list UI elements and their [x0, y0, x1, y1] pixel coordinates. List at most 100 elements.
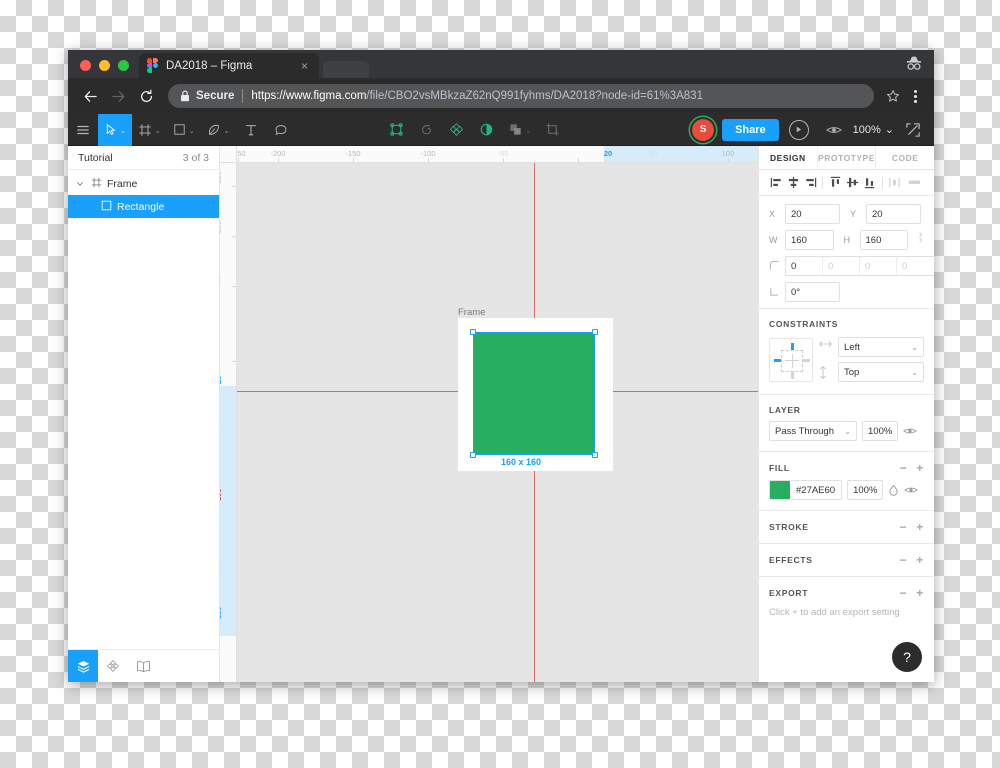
radius-tr-input[interactable]: 0 — [823, 257, 860, 275]
detach-instance-button[interactable] — [412, 114, 442, 146]
reload-button[interactable] — [132, 82, 160, 110]
zoom-to-fit-button[interactable] — [898, 114, 928, 146]
fill-visibility-icon[interactable] — [904, 485, 919, 495]
add-effect-button[interactable]: + — [916, 554, 924, 566]
ruler-horizontal[interactable]: -250 -200 -150 -100 -50 20 50 100 150 18… — [220, 146, 758, 163]
tab-design[interactable]: DESIGN — [759, 146, 818, 169]
components-tab-icon[interactable] — [98, 650, 128, 682]
ruler-vertical[interactable]: -150 -100 -50 20 50 100 150 180 250 300 … — [220, 146, 237, 682]
fill-color-swatch[interactable] — [770, 481, 790, 499]
frame-tool-caret[interactable]: ⌄ — [155, 127, 161, 135]
back-button[interactable] — [76, 82, 104, 110]
zoom-caret[interactable]: ⌄ — [885, 123, 894, 136]
remove-effect-button[interactable]: − — [900, 554, 908, 566]
present-button[interactable] — [788, 119, 809, 140]
canvas-area[interactable]: -250 -200 -150 -100 -50 20 50 100 150 18… — [220, 146, 758, 682]
radius-all-input[interactable]: 0 — [786, 257, 823, 275]
help-button[interactable]: ? — [892, 642, 922, 672]
remove-fill-button[interactable]: − — [900, 462, 908, 474]
layers-tab-icon[interactable] — [68, 650, 98, 682]
chevron-down-icon[interactable] — [74, 180, 86, 188]
lock-aspect-ratio-icon[interactable] — [915, 231, 924, 249]
ruler-tick-selected-end: 180 — [220, 606, 223, 619]
avatar[interactable]: S — [692, 118, 715, 141]
address-bar[interactable]: Secure https://www.figma.com/file/CBO2vs… — [168, 84, 874, 108]
resize-handle-top-right[interactable] — [592, 329, 598, 335]
resize-handle-top-left[interactable] — [470, 329, 476, 335]
bookmark-star-icon[interactable] — [882, 84, 904, 108]
canvas-viewport[interactable]: Frame 160 x 160 — [237, 163, 758, 682]
forward-button[interactable] — [104, 82, 132, 110]
add-export-button[interactable]: + — [916, 587, 924, 599]
close-window-button[interactable] — [80, 60, 91, 71]
width-input[interactable]: 160 — [785, 230, 834, 250]
frame-name-label[interactable]: Frame — [458, 307, 485, 318]
resize-handle-bottom-left[interactable] — [470, 452, 476, 458]
tab-code[interactable]: CODE — [876, 146, 934, 169]
pen-tool-caret[interactable]: ⌄ — [224, 127, 230, 135]
align-right-icon[interactable] — [803, 175, 817, 191]
browser-menu-icon[interactable] — [904, 84, 926, 108]
tab-prototype[interactable]: PROTOTYPE — [818, 146, 877, 169]
add-fill-button[interactable]: + — [916, 462, 924, 474]
rotation-input[interactable]: 0° — [785, 282, 840, 302]
align-left-icon[interactable] — [769, 175, 783, 191]
shape-tool-caret[interactable]: ⌄ — [189, 127, 195, 135]
shape-tool-button[interactable]: ⌄ — [167, 114, 201, 146]
close-tab-icon[interactable]: × — [298, 58, 311, 74]
layer-row-rectangle[interactable]: Rectangle — [68, 195, 219, 218]
align-bottom-icon[interactable] — [863, 175, 877, 191]
resize-handle-bottom-right[interactable] — [592, 452, 598, 458]
instance-button[interactable] — [442, 114, 472, 146]
corner-radius-group[interactable]: 0 0 0 0 — [785, 256, 934, 276]
share-button[interactable]: Share — [722, 118, 779, 141]
align-top-icon[interactable] — [828, 175, 842, 191]
fill-color-control[interactable]: #27AE60 — [769, 480, 843, 500]
remove-export-button[interactable]: − — [900, 587, 908, 599]
move-tool-button[interactable]: ⌄ — [98, 113, 132, 146]
zoom-control[interactable]: 100% ⌄ — [853, 123, 894, 137]
move-tool-caret[interactable]: ⌄ — [120, 127, 126, 135]
blend-mode-select[interactable]: Pass Through ⌄ — [769, 421, 857, 441]
blend-mode-value: Pass Through — [775, 425, 834, 437]
align-horizontal-center-icon[interactable] — [786, 175, 800, 191]
layer-visibility-icon[interactable] — [903, 426, 917, 436]
layer-row-frame[interactable]: Frame — [68, 172, 219, 195]
y-input[interactable]: 20 — [866, 204, 921, 224]
create-component-button[interactable] — [382, 114, 412, 146]
horizontal-constraint-select[interactable]: Left ⌄ — [838, 337, 924, 357]
library-tab-icon[interactable] — [128, 650, 158, 682]
xy-row: X 20 Y 20 — [769, 204, 924, 224]
main-menu-button[interactable] — [68, 114, 98, 146]
mask-button[interactable] — [472, 114, 502, 146]
pen-tool-button[interactable]: ⌄ — [201, 114, 236, 146]
fill-opacity-input[interactable]: 100% — [847, 480, 884, 500]
vertical-constraint-select[interactable]: Top ⌄ — [838, 362, 924, 382]
frame-tool-button[interactable]: ⌄ — [132, 114, 167, 146]
constraints-widget[interactable] — [769, 337, 813, 382]
boolean-ops-button[interactable]: ⌄ — [502, 114, 538, 146]
add-stroke-button[interactable]: + — [916, 521, 924, 533]
radius-br-input[interactable]: 0 — [860, 257, 897, 275]
comment-tool-button[interactable] — [266, 114, 296, 146]
remove-stroke-button[interactable]: − — [900, 521, 908, 533]
radius-bl-input[interactable]: 0 — [897, 257, 934, 275]
page-count: 3 of 3 — [182, 151, 209, 164]
layer-opacity-input[interactable]: 100% — [862, 421, 898, 441]
new-tab-button[interactable] — [323, 61, 369, 78]
text-tool-button[interactable] — [236, 114, 266, 146]
distribute-icon[interactable] — [888, 175, 902, 191]
boolean-ops-caret[interactable]: ⌄ — [526, 127, 532, 135]
page-header[interactable]: Tutorial 3 of 3 — [68, 146, 219, 170]
fill-hex-value[interactable]: #27AE60 — [790, 485, 841, 496]
x-input[interactable]: 20 — [785, 204, 840, 224]
tidy-up-icon[interactable] — [905, 175, 924, 191]
fill-blend-mode-icon[interactable] — [888, 484, 899, 496]
browser-tab-active[interactable]: DA2018 – Figma × — [139, 53, 319, 78]
crop-button[interactable] — [537, 114, 567, 146]
align-vertical-center-icon[interactable] — [845, 175, 859, 191]
height-input[interactable]: 160 — [859, 230, 908, 250]
maximize-window-button[interactable] — [118, 60, 129, 71]
minimize-window-button[interactable] — [99, 60, 110, 71]
visibility-toggle-button[interactable] — [819, 114, 849, 146]
